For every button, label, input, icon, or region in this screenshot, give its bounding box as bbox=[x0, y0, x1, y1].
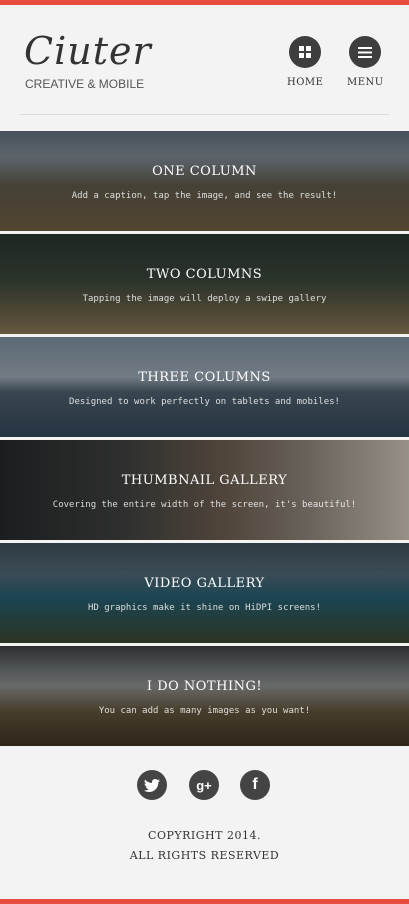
panel-two-columns[interactable]: TWO COLUMNS Tapping the image will deplo… bbox=[0, 234, 409, 334]
panel-title: THUMBNAIL GALLERY bbox=[121, 473, 288, 488]
twitter-icon[interactable] bbox=[137, 770, 167, 800]
panel-title: I DO NOTHING! bbox=[146, 679, 263, 694]
panel-title: TWO COLUMNS bbox=[146, 267, 263, 282]
header: Ciuter CREATIVE & MOBILE HOME MENU bbox=[0, 5, 409, 131]
panel-title: ONE COLUMN bbox=[152, 164, 257, 179]
copyright-line-2: ALL RIGHTS RESERVED bbox=[129, 849, 280, 862]
panel-caption: Add a caption, tap the image, and see th… bbox=[71, 191, 338, 201]
panel-title: THREE COLUMNS bbox=[138, 370, 271, 385]
panel-video-gallery[interactable]: VIDEO GALLERY HD graphics make it shine … bbox=[0, 543, 409, 643]
panel-caption: Tapping the image will deploy a swipe ga… bbox=[82, 294, 327, 304]
menu-button[interactable]: MENU bbox=[347, 36, 383, 88]
hamburger-icon[interactable] bbox=[349, 36, 381, 68]
panel-i-do-nothing[interactable]: I DO NOTHING! You can add as many images… bbox=[0, 646, 409, 746]
panel-thumbnail-gallery[interactable]: THUMBNAIL GALLERY Covering the entire wi… bbox=[0, 440, 409, 540]
tagline: CREATIVE & MOBILE bbox=[25, 77, 145, 91]
google-plus-icon[interactable]: g+ bbox=[189, 770, 219, 800]
home-button[interactable]: HOME bbox=[287, 36, 323, 88]
panel-title: VIDEO GALLERY bbox=[144, 576, 265, 591]
bottom-accent-bar bbox=[0, 899, 409, 904]
logo[interactable]: Ciuter bbox=[24, 29, 152, 73]
panel-caption: Covering the entire width of the screen,… bbox=[52, 500, 357, 510]
copyright-line-1: COPYRIGHT 2014. bbox=[148, 829, 261, 842]
gallery-panels: ONE COLUMN Add a caption, tap the image,… bbox=[0, 131, 409, 749]
grid-icon[interactable] bbox=[289, 36, 321, 68]
panel-three-columns[interactable]: THREE COLUMNS Designed to work perfectly… bbox=[0, 337, 409, 437]
panel-caption: HD graphics make it shine on HiDPI scree… bbox=[88, 603, 321, 613]
header-divider bbox=[20, 114, 389, 115]
home-label[interactable]: HOME bbox=[287, 77, 323, 88]
panel-caption: You can add as many images as you want! bbox=[98, 706, 311, 716]
panel-one-column[interactable]: ONE COLUMN Add a caption, tap the image,… bbox=[0, 131, 409, 231]
facebook-icon[interactable]: f bbox=[240, 770, 270, 800]
panel-caption: Designed to work perfectly on tablets an… bbox=[69, 397, 340, 407]
menu-label[interactable]: MENU bbox=[347, 77, 383, 88]
copyright: COPYRIGHT 2014. ALL RIGHTS RESERVED bbox=[0, 826, 409, 866]
